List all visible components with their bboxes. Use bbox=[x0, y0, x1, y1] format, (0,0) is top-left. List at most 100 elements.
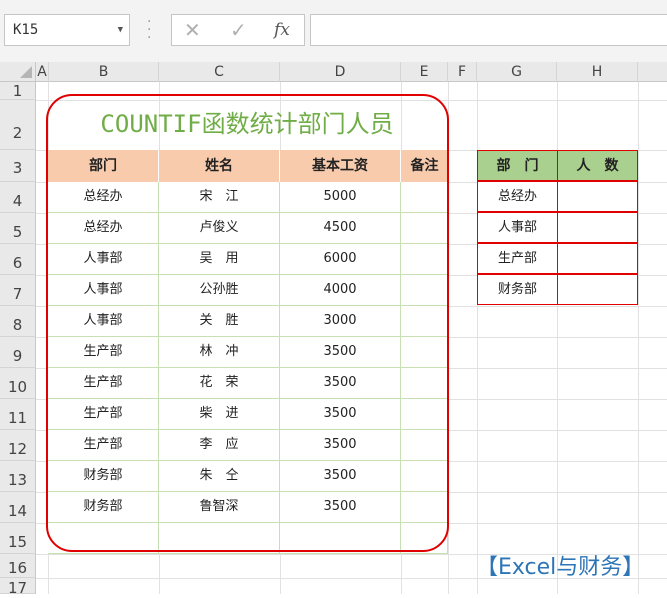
column-header-g[interactable]: G bbox=[477, 62, 557, 82]
row-header-8[interactable]: 8 bbox=[0, 306, 36, 337]
row-header-14[interactable]: 14 bbox=[0, 492, 36, 523]
cell-name[interactable]: 公孙胜 bbox=[159, 275, 280, 306]
cell-summary-count[interactable] bbox=[557, 243, 638, 274]
cell-name[interactable]: 吴 用 bbox=[159, 244, 280, 275]
cell-remark[interactable] bbox=[401, 399, 448, 430]
chevron-down-icon[interactable]: ▼ bbox=[118, 15, 123, 45]
cell-remark[interactable] bbox=[401, 492, 448, 523]
drag-handle-icon[interactable]: · · · bbox=[147, 15, 151, 45]
column-header-b[interactable]: B bbox=[49, 62, 159, 82]
cell-salary[interactable] bbox=[280, 523, 401, 554]
column-header-bar: A B C D E F G H bbox=[0, 62, 667, 82]
cell-salary[interactable]: 3500 bbox=[280, 368, 401, 399]
name-box-value: K15 bbox=[13, 22, 39, 38]
cell-department[interactable]: 人事部 bbox=[48, 275, 159, 306]
cell-salary[interactable]: 4500 bbox=[280, 213, 401, 244]
cell-remark[interactable] bbox=[401, 306, 448, 337]
row-header-16[interactable]: 16 bbox=[0, 554, 36, 578]
row-header-6[interactable]: 6 bbox=[0, 244, 36, 275]
cell-summary-department[interactable]: 总经办 bbox=[477, 181, 558, 212]
formula-input[interactable] bbox=[310, 14, 667, 46]
cell-name[interactable]: 林 冲 bbox=[159, 337, 280, 368]
cell-name[interactable] bbox=[159, 523, 280, 554]
summary-header-count[interactable]: 人 数 bbox=[557, 150, 638, 181]
column-header-f[interactable]: F bbox=[448, 62, 477, 82]
cell-salary[interactable]: 4000 bbox=[280, 275, 401, 306]
header-cell-name[interactable]: 姓名 bbox=[159, 150, 280, 182]
cell-remark[interactable] bbox=[401, 430, 448, 461]
cell-department[interactable]: 总经办 bbox=[48, 213, 159, 244]
cancel-icon[interactable]: ✕ bbox=[184, 15, 201, 45]
row-header-11[interactable]: 11 bbox=[0, 399, 36, 430]
cell-remark[interactable] bbox=[401, 461, 448, 492]
row-header-17[interactable]: 17 bbox=[0, 578, 36, 597]
cell-department[interactable]: 总经办 bbox=[48, 182, 159, 213]
cell-remark[interactable] bbox=[401, 275, 448, 306]
header-cell-remark[interactable]: 备注 bbox=[401, 150, 448, 182]
cell-remark[interactable] bbox=[401, 244, 448, 275]
cell-summary-count[interactable] bbox=[557, 181, 638, 212]
cell-department[interactable] bbox=[48, 523, 159, 554]
cell-name[interactable]: 卢俊义 bbox=[159, 213, 280, 244]
cell-remark[interactable] bbox=[401, 523, 448, 554]
cell-department[interactable]: 生产部 bbox=[48, 337, 159, 368]
column-header-a[interactable]: A bbox=[36, 62, 49, 82]
column-header-d[interactable]: D bbox=[280, 62, 401, 82]
cell-summary-count[interactable] bbox=[557, 274, 638, 305]
cell-name[interactable]: 李 应 bbox=[159, 430, 280, 461]
header-cell-salary[interactable]: 基本工资 bbox=[280, 150, 401, 182]
row-header-15[interactable]: 15 bbox=[0, 523, 36, 554]
grid-line bbox=[638, 82, 639, 594]
cell-salary[interactable]: 5000 bbox=[280, 182, 401, 213]
cell-name[interactable]: 关 胜 bbox=[159, 306, 280, 337]
cell-name[interactable]: 花 荣 bbox=[159, 368, 280, 399]
cell-department[interactable]: 人事部 bbox=[48, 306, 159, 337]
cell-salary[interactable]: 3500 bbox=[280, 337, 401, 368]
row-header-2[interactable]: 2 bbox=[0, 100, 36, 150]
row-header-5[interactable]: 5 bbox=[0, 213, 36, 244]
cell-name[interactable]: 朱 仝 bbox=[159, 461, 280, 492]
insert-function-icon[interactable]: fx bbox=[274, 15, 290, 45]
enter-icon[interactable]: ✓ bbox=[230, 15, 247, 45]
cell-department[interactable]: 生产部 bbox=[48, 368, 159, 399]
row-header-10[interactable]: 10 bbox=[0, 368, 36, 399]
cell-remark[interactable] bbox=[401, 182, 448, 213]
row-header-12[interactable]: 12 bbox=[0, 430, 36, 461]
cell-remark[interactable] bbox=[401, 368, 448, 399]
summary-header-department[interactable]: 部 门 bbox=[477, 150, 558, 181]
column-header-e[interactable]: E bbox=[401, 62, 448, 82]
brand-watermark: 【Excel与财务】 bbox=[476, 555, 645, 580]
header-cell-department[interactable]: 部门 bbox=[48, 150, 159, 182]
cell-department[interactable]: 财务部 bbox=[48, 492, 159, 523]
row-header-9[interactable]: 9 bbox=[0, 337, 36, 368]
row-header-1[interactable]: 1 bbox=[0, 82, 36, 100]
cell-summary-department[interactable]: 生产部 bbox=[477, 243, 558, 274]
row-header-13[interactable]: 13 bbox=[0, 461, 36, 492]
cell-salary[interactable]: 6000 bbox=[280, 244, 401, 275]
cell-remark[interactable] bbox=[401, 337, 448, 368]
row-header-4[interactable]: 4 bbox=[0, 182, 36, 213]
cell-salary[interactable]: 3000 bbox=[280, 306, 401, 337]
cell-department[interactable]: 财务部 bbox=[48, 461, 159, 492]
cell-summary-count[interactable] bbox=[557, 212, 638, 243]
cell-summary-department[interactable]: 人事部 bbox=[477, 212, 558, 243]
name-box[interactable]: K15 ▼ bbox=[4, 14, 130, 46]
cell-name[interactable]: 宋 江 bbox=[159, 182, 280, 213]
cell-department[interactable]: 生产部 bbox=[48, 430, 159, 461]
cell-name[interactable]: 柴 进 bbox=[159, 399, 280, 430]
cell-department[interactable]: 人事部 bbox=[48, 244, 159, 275]
cell-salary[interactable]: 3500 bbox=[280, 399, 401, 430]
row-header-3[interactable]: 3 bbox=[0, 150, 36, 182]
cell-department[interactable]: 生产部 bbox=[48, 399, 159, 430]
sheet-title[interactable]: COUNTIF函数统计部门人员 bbox=[48, 100, 446, 148]
row-header-7[interactable]: 7 bbox=[0, 275, 36, 306]
column-header-c[interactable]: C bbox=[159, 62, 280, 82]
cell-name[interactable]: 鲁智深 bbox=[159, 492, 280, 523]
select-all-button[interactable] bbox=[0, 62, 36, 82]
cell-salary[interactable]: 3500 bbox=[280, 492, 401, 523]
column-header-h[interactable]: H bbox=[557, 62, 638, 82]
cell-remark[interactable] bbox=[401, 213, 448, 244]
cell-salary[interactable]: 3500 bbox=[280, 430, 401, 461]
cell-salary[interactable]: 3500 bbox=[280, 461, 401, 492]
cell-summary-department[interactable]: 财务部 bbox=[477, 274, 558, 305]
